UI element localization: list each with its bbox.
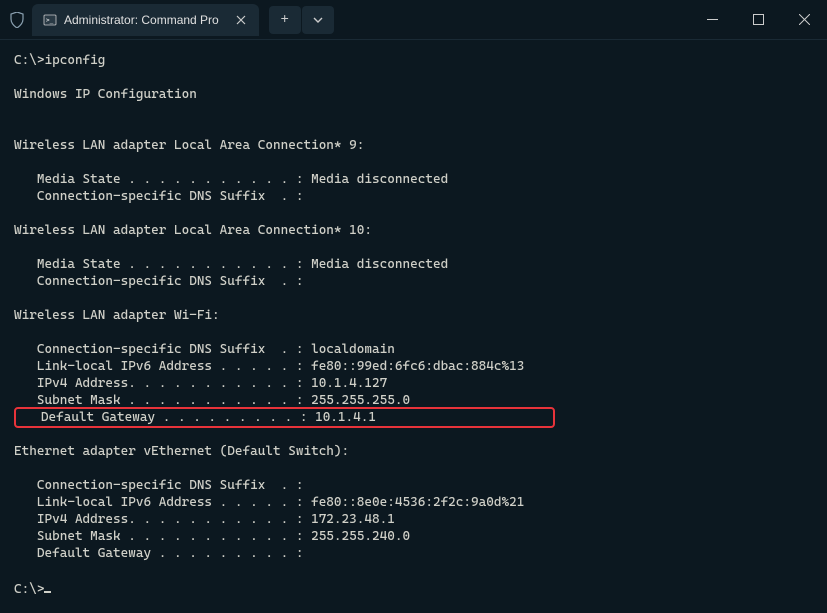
minimize-button[interactable] <box>689 0 735 40</box>
adapter-row: Connection-specific DNS Suffix . : <box>14 273 813 290</box>
window-controls <box>689 0 827 40</box>
prompt-line: C:\>ipconfig <box>14 52 813 69</box>
ipconfig-header: Windows IP Configuration <box>14 86 813 103</box>
terminal-icon: >_ <box>42 12 58 28</box>
tab-title: Administrator: Command Pro <box>64 13 219 27</box>
adapter-title: Wireless LAN adapter Local Area Connecti… <box>14 222 813 239</box>
chevron-down-icon <box>313 17 323 23</box>
adapter-row: IPv4 Address. . . . . . . . . . . : 172.… <box>14 511 813 528</box>
adapter-row: Connection-specific DNS Suffix . : local… <box>14 341 813 358</box>
adapter-row: Default Gateway . . . . . . . . . : <box>14 545 813 562</box>
highlighted-row: Default Gateway . . . . . . . . . : 10.1… <box>14 407 555 428</box>
shield-icon <box>8 11 26 29</box>
tab-command-prompt[interactable]: >_ Administrator: Command Pro <box>32 4 259 36</box>
prompt-line: C:\> <box>14 579 813 598</box>
adapter-row: Subnet Mask . . . . . . . . . . . : 255.… <box>14 528 813 545</box>
close-icon[interactable] <box>233 12 249 28</box>
svg-text:>_: >_ <box>46 17 54 24</box>
close-window-button[interactable] <box>781 0 827 40</box>
adapter-row: Media State . . . . . . . . . . . : Medi… <box>14 171 813 188</box>
adapter-row: Connection-specific DNS Suffix . : <box>14 188 813 205</box>
terminal-output[interactable]: C:\>ipconfig Windows IP Configuration Wi… <box>0 40 827 610</box>
adapter-row: Link-local IPv6 Address . . . . . : fe80… <box>14 494 813 511</box>
adapter-title: Wireless LAN adapter Local Area Connecti… <box>14 137 813 154</box>
adapter-row: Link-local IPv6 Address . . . . . : fe80… <box>14 358 813 375</box>
adapter-row: Connection-specific DNS Suffix . : <box>14 477 813 494</box>
maximize-button[interactable] <box>735 0 781 40</box>
cursor <box>44 579 51 593</box>
adapter-title: Ethernet adapter vEthernet (Default Swit… <box>14 443 813 460</box>
tab-dropdown-button[interactable] <box>302 6 334 34</box>
titlebar: >_ Administrator: Command Pro + <box>0 0 827 40</box>
adapter-row: IPv4 Address. . . . . . . . . . . : 10.1… <box>14 375 813 392</box>
adapter-title: Wireless LAN adapter Wi-Fi: <box>14 307 813 324</box>
new-tab-button[interactable]: + <box>269 6 301 34</box>
tab-controls: + <box>269 6 334 34</box>
adapter-row: Media State . . . . . . . . . . . : Medi… <box>14 256 813 273</box>
